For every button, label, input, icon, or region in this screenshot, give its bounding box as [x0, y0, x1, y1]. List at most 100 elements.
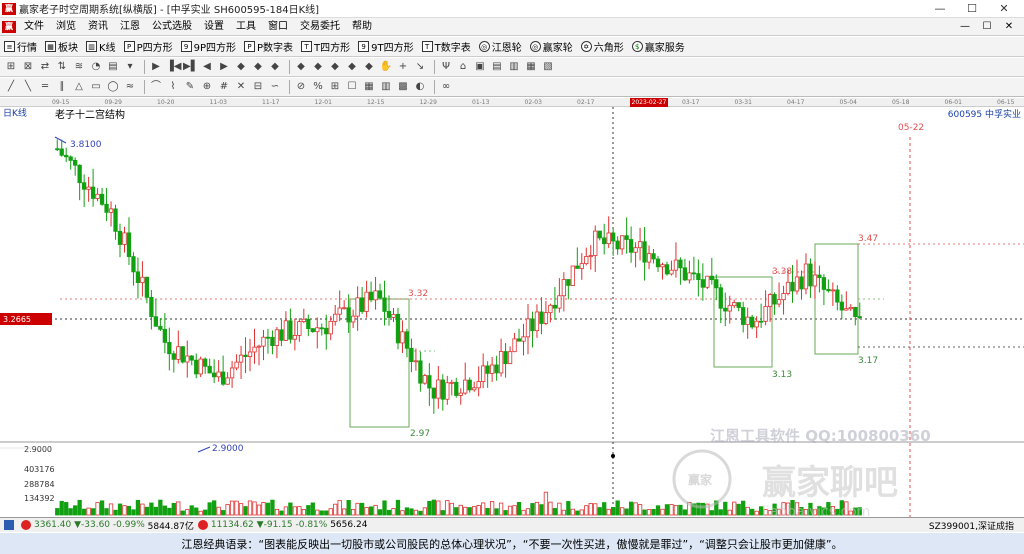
row1-tool-18-icon[interactable]: ◆ [328, 60, 342, 74]
row1-tool-10-icon[interactable]: ▶▌ [183, 60, 198, 74]
row1-tool-24-icon[interactable]: Ψ [439, 60, 453, 74]
toolbar-winner-wheel-button[interactable]: ◎ 赢家轮 [529, 39, 573, 54]
menu-window[interactable]: 窗口 [262, 18, 294, 36]
row1-tool-7-icon[interactable]: ▾ [123, 60, 137, 74]
row2-tool-6-icon[interactable]: ◯ [106, 80, 120, 94]
minimize-button[interactable]: — [924, 0, 956, 18]
row1-tool-29-icon[interactable]: ▦ [524, 60, 538, 74]
row1-tool-28-icon[interactable]: ▥ [507, 60, 521, 74]
row1-tool-11-icon[interactable]: ◀ [200, 60, 214, 74]
menu-file[interactable]: 文件 [18, 18, 50, 36]
close-button[interactable]: ✕ [988, 0, 1020, 18]
volume-bar [472, 506, 477, 516]
candle-body [660, 264, 665, 268]
toolbar-service-button[interactable]: $ 赢家服务 [631, 39, 685, 54]
row1-tool-19-icon[interactable]: ◆ [345, 60, 359, 74]
toolbar-9t-square-button[interactable]: 9 9T四方形 [358, 39, 414, 54]
row2-tool-3-icon[interactable]: ∥ [55, 80, 69, 94]
row1-tool-27-icon[interactable]: ▤ [490, 60, 504, 74]
row2-tool-22-icon[interactable]: ▩ [396, 80, 410, 94]
menu-formula[interactable]: 公式选股 [146, 18, 198, 36]
row1-tool-22-icon[interactable]: + [396, 60, 410, 74]
toolbar-9p-square-button[interactable]: 9 9P四方形 [180, 39, 236, 54]
row1-tool-20-icon[interactable]: ◆ [362, 60, 376, 74]
candle-body [359, 297, 365, 312]
row2-tool-23-icon[interactable]: ◐ [413, 80, 427, 94]
candle-body [377, 290, 383, 299]
row1-tool-14-icon[interactable]: ◆ [251, 60, 265, 74]
row2-tool-0-icon[interactable]: ╱ [4, 80, 18, 94]
row2-tool-11-icon[interactable]: ⊕ [200, 80, 214, 94]
row1-tool-5-icon[interactable]: ◔ [89, 60, 103, 74]
volume-bar [279, 510, 284, 516]
row2-tool-12-icon[interactable]: # [217, 80, 231, 94]
row1-tool-8-icon[interactable]: ▶ [149, 60, 163, 74]
row2-tool-4-icon[interactable]: △ [72, 80, 86, 94]
p-square-icon: P [123, 41, 135, 52]
row1-tool-9-icon[interactable]: ▐◀ [166, 60, 181, 74]
kline-chart[interactable]: 日K线 老子十二宫结构 600595 中孚实业 05-22 3.2665 2.9… [0, 107, 1024, 520]
row1-tool-15-icon[interactable]: ◆ [268, 60, 282, 74]
row1-tool-13-icon[interactable]: ◆ [234, 60, 248, 74]
row2-tool-15-icon[interactable]: ∽ [268, 80, 282, 94]
candle-body [664, 264, 670, 275]
toolbar-p-square-button[interactable]: P P四方形 [123, 39, 173, 54]
gann-box-1[interactable] [349, 298, 410, 428]
status-right-label[interactable]: SZ399001,深证成指 [929, 519, 1014, 532]
row1-tool-12-icon[interactable]: ▶ [217, 60, 231, 74]
row2-tool-13-icon[interactable]: ✕ [234, 80, 248, 94]
row1-tool-1-icon[interactable]: ⊠ [21, 60, 35, 74]
child-restore-button[interactable]: ☐ [976, 18, 998, 36]
row2-tool-17-icon[interactable]: % [311, 80, 325, 94]
row2-tool-1-icon[interactable]: ╲ [21, 80, 35, 94]
row1-tool-4-icon[interactable]: ≋ [72, 60, 86, 74]
menu-browse[interactable]: 浏览 [50, 18, 82, 36]
menu-gann[interactable]: 江恩 [114, 18, 146, 36]
row2-tool-24-icon[interactable]: ∞ [439, 80, 453, 94]
row1-tool-26-icon[interactable]: ▣ [473, 60, 487, 74]
row1-tool-30-icon[interactable]: ▧ [541, 60, 555, 74]
row2-tool-8-icon[interactable]: ⌒ [149, 80, 163, 94]
row1-tool-25-icon[interactable]: ⌂ [456, 60, 470, 74]
row2-tool-2-icon[interactable]: ═ [38, 80, 52, 94]
candle-body [167, 342, 172, 355]
row1-tool-3-icon[interactable]: ⇅ [55, 60, 69, 74]
toolbar-sector-button[interactable]: ▦ 板块 [45, 39, 78, 54]
row1-tool-23-icon[interactable]: ↘ [413, 60, 427, 74]
row1-tool-6-icon[interactable]: ▤ [106, 60, 120, 74]
row2-tool-9-icon[interactable]: ⌇ [166, 80, 180, 94]
row1-tool-0-icon[interactable]: ⊞ [4, 60, 18, 74]
row1-tool-17-icon[interactable]: ◆ [311, 60, 325, 74]
row2-tool-5-icon[interactable]: ▭ [89, 80, 103, 94]
row2-tool-16-icon[interactable]: ⊘ [294, 80, 308, 94]
child-minimize-button[interactable]: — [954, 18, 976, 36]
toolbar-t-table-button[interactable]: T T数字表 [421, 39, 471, 54]
child-close-button[interactable]: ✕ [998, 18, 1020, 36]
toolbar-t-square-button[interactable]: T T四方形 [301, 39, 350, 54]
toolbar-quote-button[interactable]: ≡ 行情 [4, 39, 37, 54]
toolbar-gann-wheel-button[interactable]: ◎ 江恩轮 [478, 39, 522, 54]
menu-info[interactable]: 资讯 [82, 18, 114, 36]
candle-body [718, 287, 723, 309]
menu-settings[interactable]: 设置 [198, 18, 230, 36]
grid-icon[interactable] [4, 520, 14, 530]
row1-tool-2-icon[interactable]: ⇄ [38, 60, 52, 74]
maximize-button[interactable]: ☐ [956, 0, 988, 18]
menu-tools[interactable]: 工具 [230, 18, 262, 36]
row2-tool-20-icon[interactable]: ▦ [362, 80, 376, 94]
menu-help[interactable]: 帮助 [346, 18, 378, 36]
menu-trade[interactable]: 交易委托 [294, 18, 346, 36]
toolbar-hexagon-button[interactable]: ✡ 六角形 [580, 39, 624, 54]
row2-tool-7-icon[interactable]: ≈ [123, 80, 137, 94]
row1-tool-16-icon[interactable]: ◆ [294, 60, 308, 74]
row2-tool-14-icon[interactable]: ⊟ [251, 80, 265, 94]
row2-tool-18-icon[interactable]: ⊞ [328, 80, 342, 94]
volume-bar [189, 505, 194, 516]
row2-tool-19-icon[interactable]: ☐ [345, 80, 359, 94]
row2-tool-21-icon[interactable]: ▥ [379, 80, 393, 94]
candle-body [463, 379, 468, 394]
row2-tool-10-icon[interactable]: ✎ [183, 80, 197, 94]
row1-tool-21-icon[interactable]: ✋ [379, 60, 393, 74]
toolbar-kline-button[interactable]: ▥ K线 [86, 39, 116, 54]
toolbar-p-table-button[interactable]: P P数字表 [244, 39, 293, 54]
